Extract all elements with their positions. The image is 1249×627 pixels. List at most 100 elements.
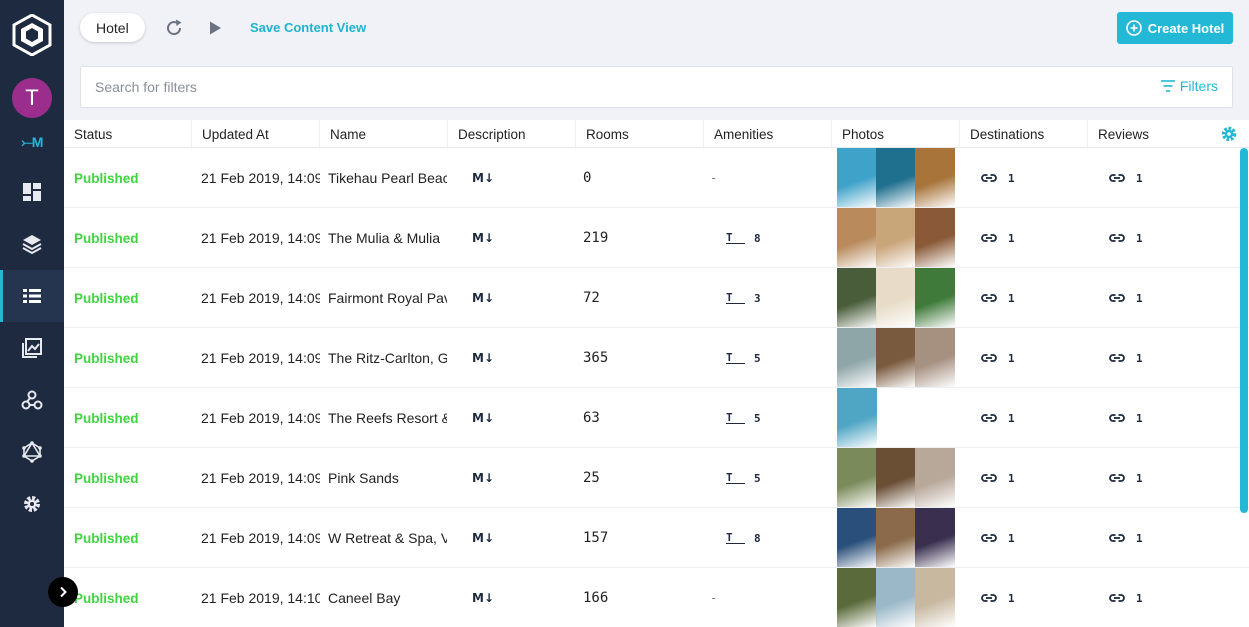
search-input[interactable] [95,67,995,107]
table-row[interactable]: Published 21 Feb 2019, 14:09 The Mulia & M… [64,208,1249,268]
photo-thumbnail[interactable] [915,208,955,267]
status-badge: Published [74,590,139,606]
photo-thumbnail[interactable] [915,508,955,567]
photo-thumbnail[interactable] [876,328,916,387]
updated-at-cell: 21 Feb 2019, 14:09 [201,170,320,186]
photos-cell[interactable] [837,268,957,328]
photo-thumbnail[interactable] [915,328,955,387]
photo-thumbnail[interactable] [837,508,877,567]
filters-button[interactable]: Filters [1160,78,1218,94]
scrollbar[interactable] [1240,148,1248,513]
photo-thumbnail[interactable] [837,208,877,267]
updated-at-cell: 21 Feb 2019, 14:09 [201,530,320,546]
column-header-status[interactable]: Status [64,120,192,148]
amenities-count: 3 [754,291,761,305]
table-row[interactable]: Published 21 Feb 2019, 14:09 Tikehau Pearl… [64,148,1249,208]
nav-assets-icon[interactable] [0,322,64,374]
photos-cell[interactable] [837,388,957,448]
nav-graphql-icon[interactable] [0,426,64,478]
photos-cell[interactable] [837,328,957,388]
table-row[interactable]: Published 21 Feb 2019, 14:10 Caneel Bay M↓ 1… [64,568,1249,627]
status-badge: Published [74,230,139,246]
description-cell: M↓ [472,568,512,627]
photo-thumbnail[interactable] [837,388,877,447]
photo-thumbnail[interactable] [876,568,916,627]
photos-cell[interactable] [837,208,957,268]
reviews-cell[interactable]: 1 [1108,508,1168,568]
photo-thumbnail[interactable] [876,148,916,207]
column-header-updated-at[interactable]: Updated At [192,120,320,148]
column-header-photos[interactable]: Photos [832,120,960,148]
photos-cell[interactable] [837,148,957,208]
content-view-tab[interactable]: Hotel [80,13,145,42]
destinations-cell[interactable]: 1 [980,508,1040,568]
photo-thumbnail[interactable] [837,568,877,627]
create-hotel-button[interactable]: Create Hotel [1117,12,1233,44]
destinations-cell[interactable]: 1 [980,568,1040,627]
photo-thumbnail[interactable] [837,328,877,387]
avatar[interactable]: T [12,78,52,118]
table-row[interactable]: Published 21 Feb 2019, 14:09 Pink Sands M↓ 2… [64,448,1249,508]
photo-thumbnail[interactable] [915,148,955,207]
photo-thumbnail[interactable] [915,268,955,327]
save-content-view-link[interactable]: Save Content View [250,20,366,35]
reviews-cell[interactable]: 1 [1108,148,1168,208]
photo-thumbnail[interactable] [915,568,955,627]
reviews-cell[interactable]: 1 [1108,328,1168,388]
photo-thumbnail[interactable] [876,268,916,327]
reviews-cell[interactable]: 1 [1108,208,1168,268]
destinations-cell[interactable]: 1 [980,268,1040,328]
destinations-cell[interactable]: 1 [980,328,1040,388]
reviews-cell[interactable]: 1 [1108,268,1168,328]
photos-cell[interactable] [837,568,957,627]
column-header-destinations[interactable]: Destinations [960,120,1088,148]
reviews-cell[interactable]: 1 [1108,568,1168,627]
destinations-cell[interactable]: 1 [980,208,1040,268]
play-icon[interactable] [207,20,223,36]
table-row[interactable]: Published 21 Feb 2019, 14:09 The Reefs Res… [64,388,1249,448]
column-header-amenities[interactable]: Amenities [704,120,832,148]
link-icon [981,474,997,482]
column-header-rooms[interactable]: Rooms [576,120,704,148]
destinations-cell[interactable]: 1 [980,148,1040,208]
table-row[interactable]: Published 21 Feb 2019, 14:09 Fairmont Roya… [64,268,1249,328]
photo-thumbnail[interactable] [837,268,877,327]
photo-thumbnail[interactable] [876,208,916,267]
description-cell: M↓ [472,388,512,448]
nav-models-icon[interactable] [0,218,64,270]
refresh-icon[interactable] [164,18,184,38]
reviews-cell[interactable]: 1 [1108,388,1168,448]
project-switch-icon[interactable]: ⤚M [14,133,50,151]
nav-settings-icon[interactable] [0,478,64,530]
rooms-cell: 219 [583,230,609,246]
photo-thumbnail[interactable] [876,508,916,567]
table-row[interactable]: Published 21 Feb 2019, 14:09 The Ritz-Carl… [64,328,1249,388]
column-settings-gear-icon[interactable] [1220,125,1238,143]
photo-thumbnail[interactable] [837,448,877,507]
link-icon [981,354,997,362]
table-row[interactable]: Published 21 Feb 2019, 14:09 W Retreat & S… [64,508,1249,568]
reviews-cell[interactable]: 1 [1108,448,1168,508]
empty-value: - [710,591,718,605]
photo-thumbnail[interactable] [837,148,877,207]
photo-thumbnail[interactable] [876,448,916,507]
nav-content-icon[interactable] [0,270,64,322]
photo-thumbnail[interactable] [915,448,955,507]
column-header-description[interactable]: Description [448,120,576,148]
graphcms-logo[interactable] [12,14,52,56]
column-header-reviews[interactable]: Reviews [1088,120,1216,148]
expand-sidebar-button[interactable] [48,577,78,607]
description-cell: M↓ [472,508,512,568]
status-badge: Published [74,290,139,306]
updated-at-cell: 21 Feb 2019, 14:09 [201,470,320,486]
rooms-cell: 63 [583,410,600,426]
photos-cell[interactable] [837,508,957,568]
destinations-cell[interactable]: 1 [980,448,1040,508]
nav-dashboard-icon[interactable] [0,166,64,218]
destinations-cell[interactable]: 1 [980,388,1040,448]
description-cell: M↓ [472,148,512,208]
nav-webhooks-icon[interactable] [0,374,64,426]
photos-cell[interactable] [837,448,957,508]
reviews-count: 1 [1136,231,1143,245]
column-header-name[interactable]: Name [320,120,448,148]
